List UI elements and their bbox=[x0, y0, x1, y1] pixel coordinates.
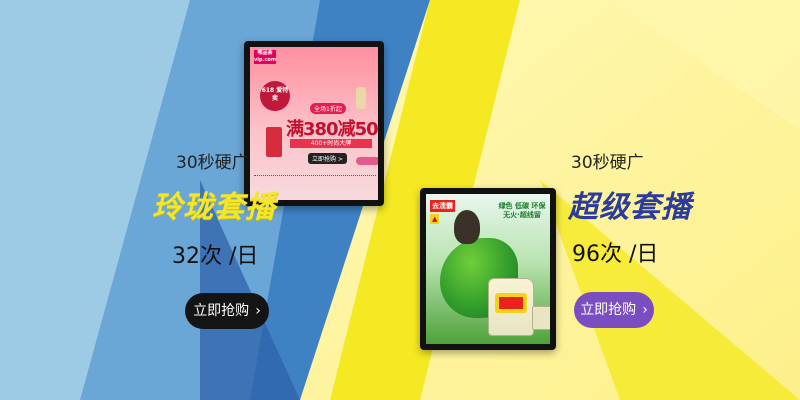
perfume-image bbox=[356, 87, 366, 109]
chevron-right-icon: › bbox=[642, 302, 648, 318]
detergent-slogan: 绿色 低碳 环保 无火·超线留 bbox=[498, 202, 546, 219]
right-ad-screen: 去渍霸 ▲ 绿色 低碳 环保 无火·超线留 bbox=[420, 188, 556, 350]
left-duration-label: 30秒硬广 bbox=[176, 153, 249, 173]
right-buy-label: 立即抢购 bbox=[580, 302, 637, 318]
vip-strip: 400+时尚大牌 bbox=[290, 139, 372, 148]
chevron-right-icon: › bbox=[255, 303, 261, 319]
shoe-image bbox=[356, 157, 378, 165]
vip-logo: 唯品会 vip.com bbox=[254, 50, 277, 64]
detergent-brand: 去渍霸 bbox=[430, 200, 455, 212]
bottle-label bbox=[495, 293, 527, 313]
vip-subheadline: 全场1折起 bbox=[310, 103, 346, 114]
vip-cta: 立即抢购 > bbox=[308, 153, 347, 164]
brand-strip bbox=[254, 175, 376, 180]
detergent-box-image bbox=[532, 306, 550, 330]
vip-headline: 满380减50 bbox=[286, 119, 378, 140]
handbag-image bbox=[266, 127, 282, 157]
left-frequency: 32次 /日 bbox=[172, 244, 259, 269]
left-buy-label: 立即抢购 bbox=[193, 303, 250, 319]
right-buy-button[interactable]: 立即抢购 › bbox=[574, 292, 654, 328]
detergent-bottle-image bbox=[488, 278, 534, 336]
right-package-name: 超级套播 bbox=[568, 190, 692, 225]
promo-banner: 唯品会 vip.com 618 爱特卖 全场1折起 满380减50 400+时尚… bbox=[0, 0, 800, 400]
vip-618-badge: 618 爱特卖 bbox=[260, 81, 290, 111]
left-buy-button[interactable]: 立即抢购 › bbox=[185, 293, 269, 329]
detergent-brand-tag: ▲ bbox=[430, 214, 440, 224]
right-frequency: 96次 /日 bbox=[572, 242, 659, 267]
model-image bbox=[454, 210, 480, 244]
right-duration-label: 30秒硬广 bbox=[571, 153, 644, 173]
left-package-name: 玲珑套播 bbox=[152, 190, 276, 225]
